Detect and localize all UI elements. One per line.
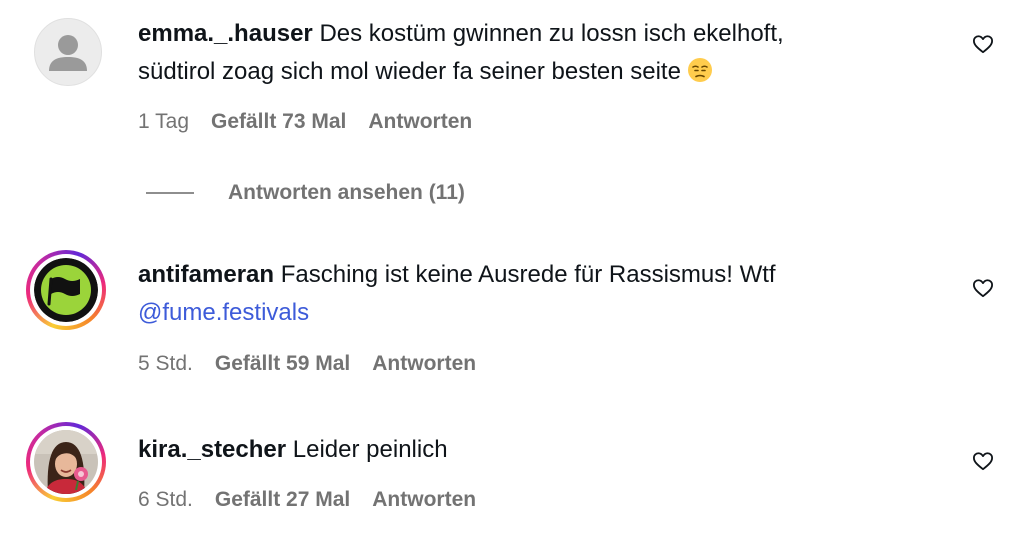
comment-body-line1: Des kostüm gwinnen zu lossn isch ekelhof…: [319, 20, 784, 47]
comment-meta: 5 Std. Gefällt 59 Mal Antworten: [138, 352, 498, 376]
comment-body-line2: südtirol zoag sich mol wieder fa seiner …: [138, 58, 681, 85]
comment-username[interactable]: emma._.hauser: [138, 20, 313, 47]
heart-icon[interactable]: [972, 278, 994, 298]
avatar[interactable]: [26, 422, 106, 502]
comment-meta: 6 Std. Gefällt 27 Mal Antworten: [138, 488, 498, 512]
likes-count[interactable]: Gefällt 59 Mal: [215, 352, 350, 375]
comment-time: 6 Std.: [138, 488, 193, 511]
comment-username[interactable]: antifameran: [138, 261, 274, 288]
view-replies-label: Antworten ansehen (11): [228, 181, 465, 204]
view-replies-button[interactable]: Antworten ansehen (11): [146, 178, 465, 208]
antifa-flag-logo-icon: [34, 258, 98, 322]
likes-count[interactable]: Gefällt 73 Mal: [211, 110, 346, 133]
reply-button[interactable]: Antworten: [372, 488, 476, 511]
comment-text: emma._.hauser Des kostüm gwinnen zu loss…: [138, 15, 938, 91]
likes-count[interactable]: Gefällt 27 Mal: [215, 488, 350, 511]
mention-link[interactable]: @fume.festivals: [138, 299, 309, 326]
comment-body-line1: Fasching ist keine Ausrede für Rassismus…: [280, 261, 776, 288]
unamused-face-icon: [687, 58, 712, 82]
reply-button[interactable]: Antworten: [372, 352, 476, 375]
heart-icon[interactable]: [972, 451, 994, 471]
comment-username[interactable]: kira._stecher: [138, 436, 286, 463]
default-person-icon: [49, 35, 87, 71]
profile-photo-icon: [34, 430, 98, 494]
comment-text: antifameran Fasching ist keine Ausrede f…: [138, 256, 938, 332]
reply-button[interactable]: Antworten: [368, 110, 472, 133]
comment-time: 5 Std.: [138, 352, 193, 375]
heart-icon[interactable]: [972, 34, 994, 54]
avatar[interactable]: [26, 12, 106, 92]
comment-time: 1 Tag: [138, 110, 189, 133]
avatar[interactable]: [26, 250, 106, 330]
divider-line: [146, 192, 194, 194]
comment-meta: 1 Tag Gefällt 73 Mal Antworten: [138, 110, 494, 134]
comment-text: kira._stecher Leider peinlich: [138, 431, 938, 469]
comment-body-line1: Leider peinlich: [292, 436, 448, 463]
